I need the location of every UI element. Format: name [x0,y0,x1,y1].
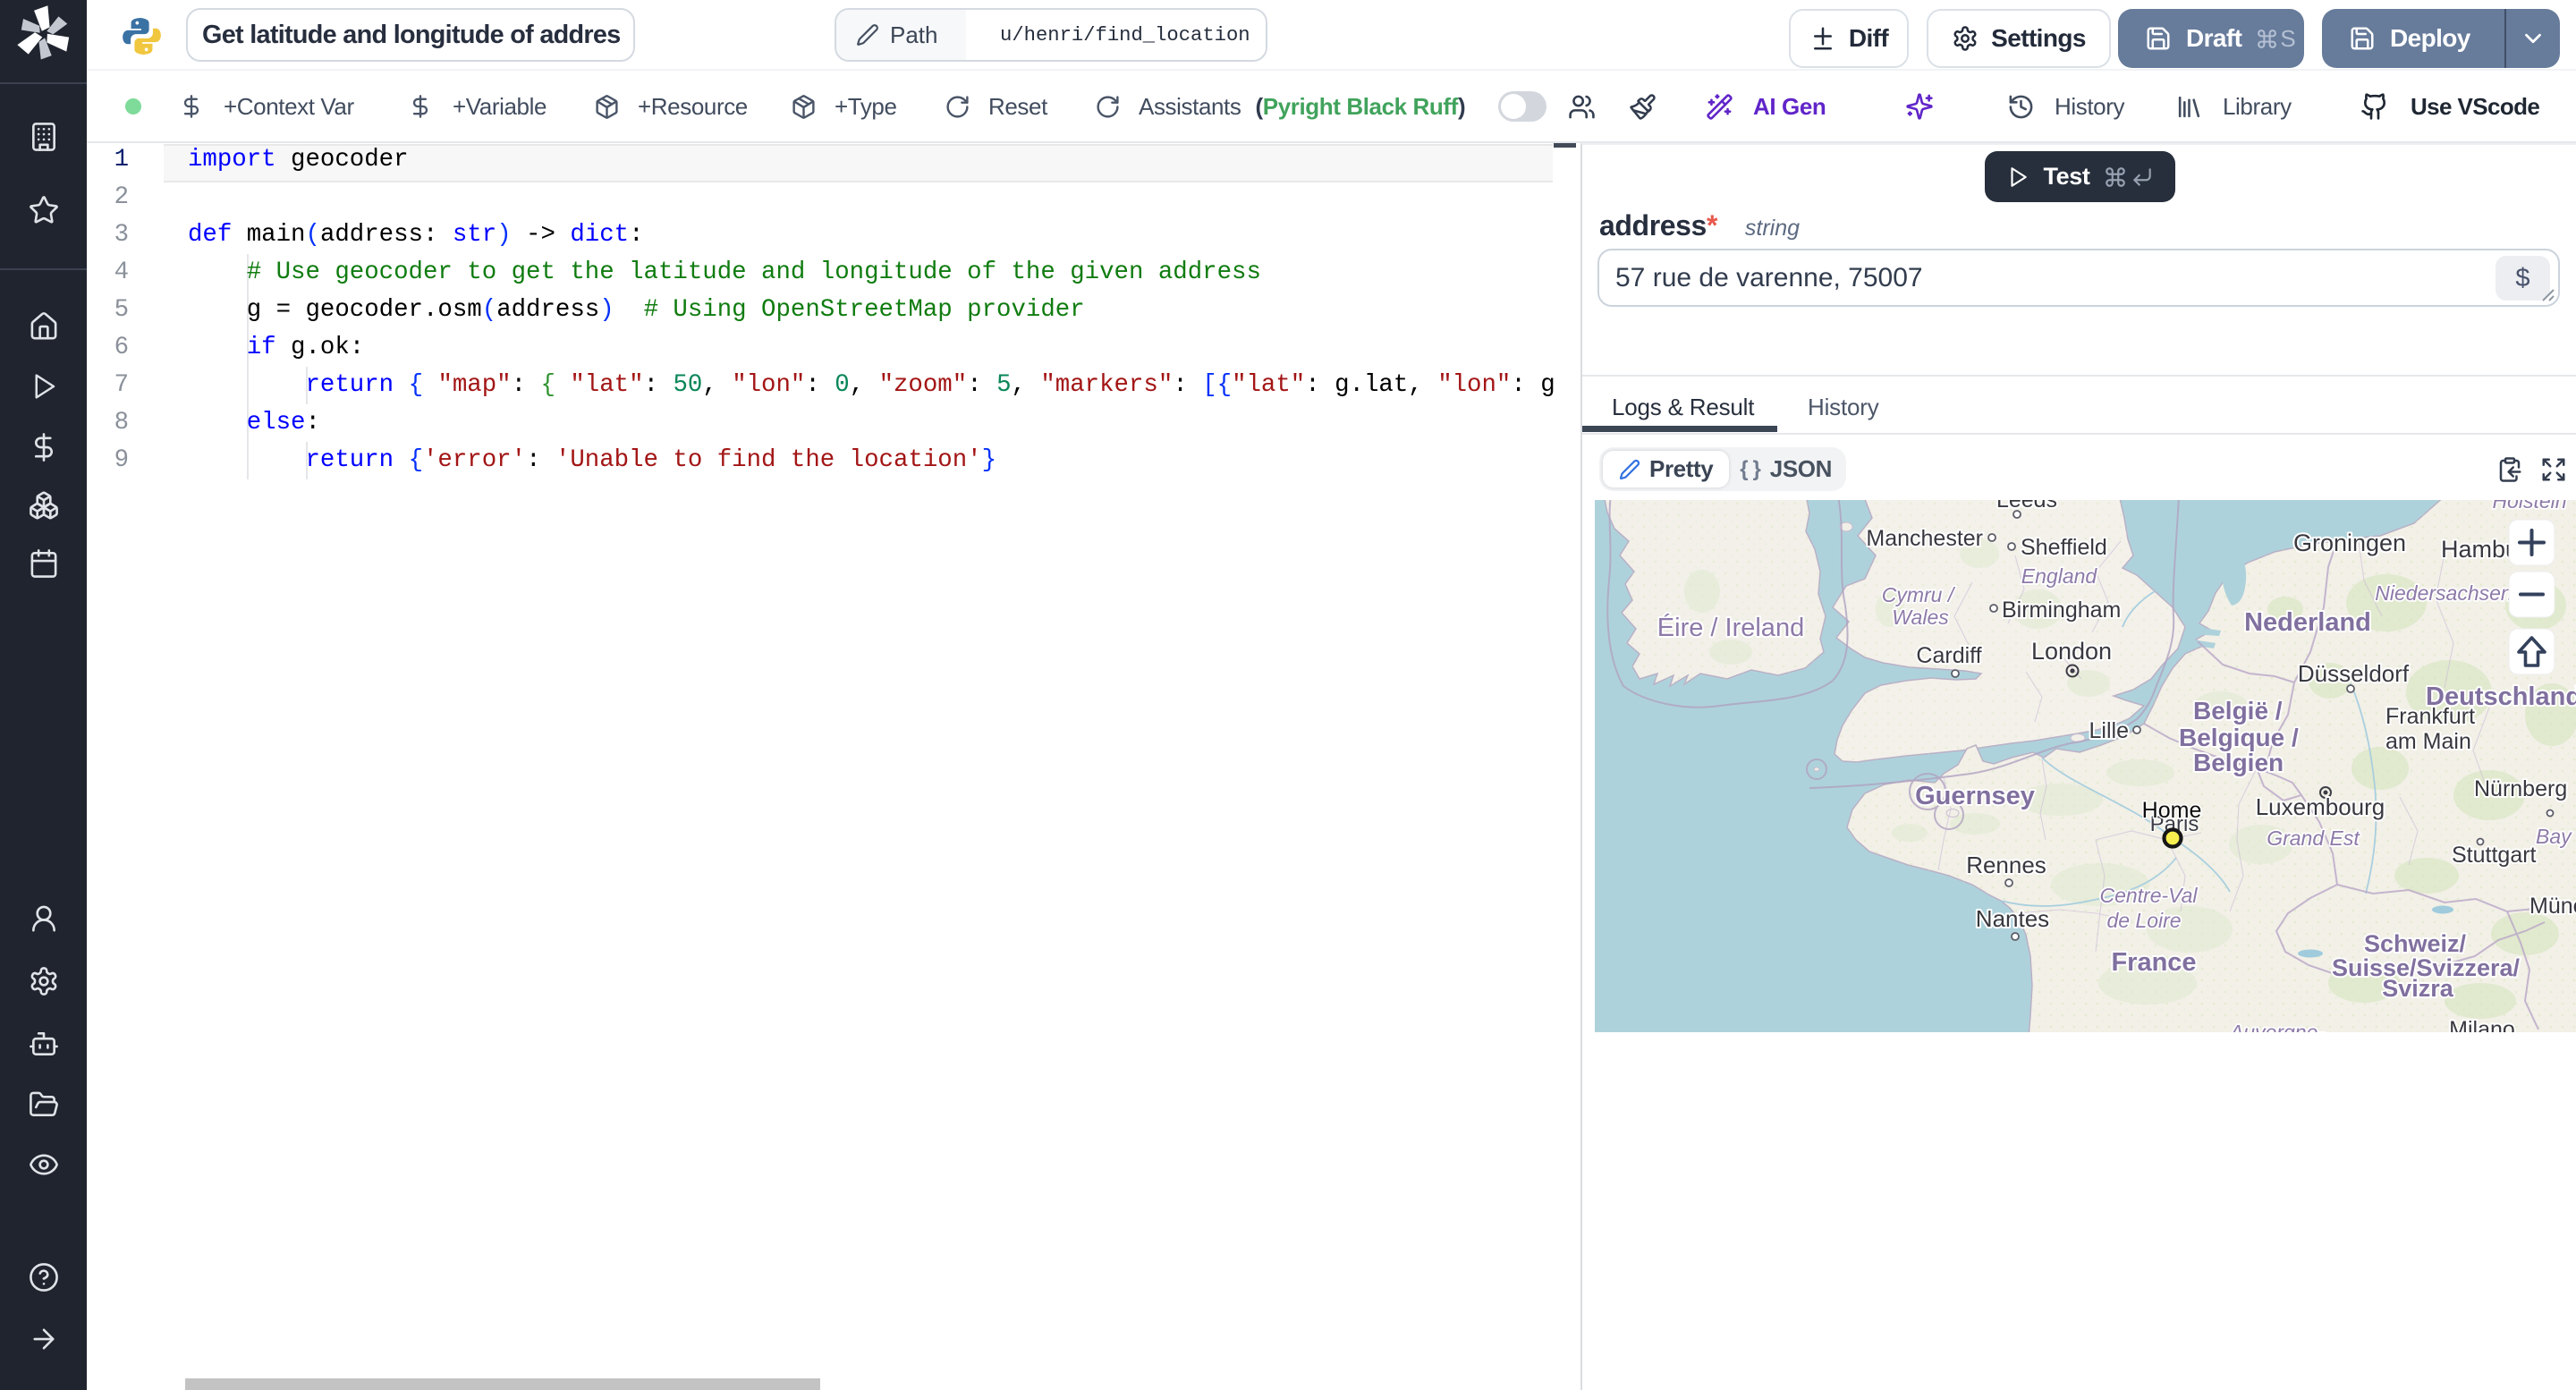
svg-text:Manchester: Manchester [1866,526,1983,551]
svg-text:London: London [2031,638,2112,665]
svg-text:Luxembourg: Luxembourg [2256,793,2385,820]
svg-text:Guernsey: Guernsey [1915,782,2035,810]
svg-text:Cardiff: Cardiff [1916,643,1981,668]
svg-text:de Loire: de Loire [2106,909,2181,932]
svg-text:England: England [2021,564,2098,588]
svg-text:Rennes: Rennes [1966,852,2046,878]
svg-text:France: France [2111,948,2196,977]
svg-text:Bay: Bay [2536,825,2572,848]
svg-text:Sheffield: Sheffield [2021,535,2107,560]
svg-text:Holstein: Holstein [2492,500,2566,513]
svg-text:Grand Est: Grand Est [2267,826,2360,850]
svg-text:Belgien: Belgien [2193,749,2284,776]
svg-text:Éire / Ireland: Éire / Ireland [1657,613,1804,642]
svg-text:Cymru /: Cymru / [1882,583,1956,606]
svg-text:België /: België / [2193,697,2283,725]
svg-text:Nürnberg: Nürnberg [2474,776,2567,801]
svg-text:Birmingham: Birmingham [2002,598,2121,623]
svg-text:Centre-Val: Centre-Val [2099,884,2198,907]
svg-text:Svizra: Svizra [2382,975,2454,1002]
svg-text:Lille: Lille [2089,718,2129,743]
svg-text:Auvergne-: Auvergne- [2228,1021,2325,1032]
svg-text:Stuttgart: Stuttgart [2452,843,2537,868]
svg-text:Düsseldorf: Düsseldorf [2298,660,2410,687]
svg-text:am Main: am Main [2385,729,2471,754]
svg-text:Nederland: Nederland [2244,608,2371,637]
svg-text:Belgique /: Belgique / [2179,724,2299,751]
svg-text:Münch: Münch [2529,894,2576,919]
svg-text:Deutschland: Deutschland [2426,682,2576,711]
svg-text:Groningen: Groningen [2293,530,2406,556]
svg-text:Milano: Milano [2449,1017,2515,1032]
svg-text:Wales: Wales [1892,606,1949,629]
svg-text:Leeds: Leeds [1996,500,2057,513]
svg-text:Schweiz/: Schweiz/ [2364,930,2467,957]
svg-text:Home: Home [2142,798,2202,823]
svg-text:Nantes: Nantes [1976,905,2049,932]
svg-text:Niedersachsen: Niedersachsen [2375,581,2512,605]
